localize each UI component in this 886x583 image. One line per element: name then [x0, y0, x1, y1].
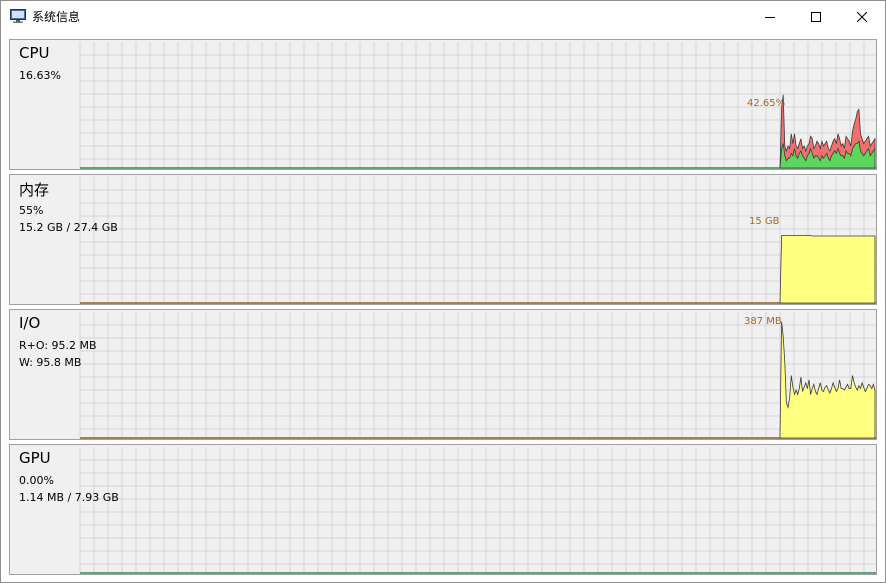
- gpu-usage-value: 0.00%: [19, 474, 54, 487]
- window-title: 系统信息: [32, 10, 81, 24]
- io-panel: I/O R+O: 95.2 MB W: 95.8 MB 387 MB: [9, 309, 877, 440]
- memory-graph: [79, 177, 876, 304]
- monitor-app-icon: [10, 9, 26, 23]
- memory-percent-value: 55%: [19, 204, 44, 217]
- cpu-peak-label: 42.65%: [747, 98, 786, 109]
- gpu-graph: [79, 447, 876, 574]
- title-bar[interactable]: 系统信息: [1, 1, 885, 32]
- memory-peak-label: 15 GB: [749, 216, 780, 227]
- memory-panel: 内存 55% 15.2 GB / 27.4 GB 15 GB: [9, 174, 877, 305]
- io-graph: [79, 312, 876, 439]
- cpu-title: CPU: [19, 44, 50, 62]
- gpu-panel: GPU 0.00% 1.14 MB / 7.93 GB: [9, 444, 877, 575]
- gpu-title: GPU: [19, 449, 51, 467]
- gpu-memory-value: 1.14 MB / 7.93 GB: [19, 491, 119, 504]
- io-read-other-value: R+O: 95.2 MB: [19, 339, 97, 352]
- memory-title: 内存: [19, 181, 50, 199]
- cpu-panel: CPU 16.63% 42.65%: [9, 39, 877, 170]
- io-write-value: W: 95.8 MB: [19, 356, 82, 369]
- io-peak-label: 387 MB: [744, 316, 782, 327]
- maximize-button[interactable]: [793, 1, 839, 32]
- minimize-button[interactable]: [747, 1, 793, 32]
- maximize-icon: [811, 11, 821, 22]
- cpu-usage-value: 16.63%: [19, 69, 61, 82]
- io-title: I/O: [19, 314, 41, 332]
- minimize-icon: [765, 16, 775, 18]
- 内存-series-used: [779, 235, 876, 304]
- memory-usage-value: 15.2 GB / 27.4 GB: [19, 221, 118, 234]
- system-info-window: 系统信息 CPU 16.63% 42.65% 内存 55% 15.2 GB / …: [0, 0, 886, 583]
- close-button[interactable]: [839, 1, 885, 32]
- close-icon: [857, 11, 867, 22]
